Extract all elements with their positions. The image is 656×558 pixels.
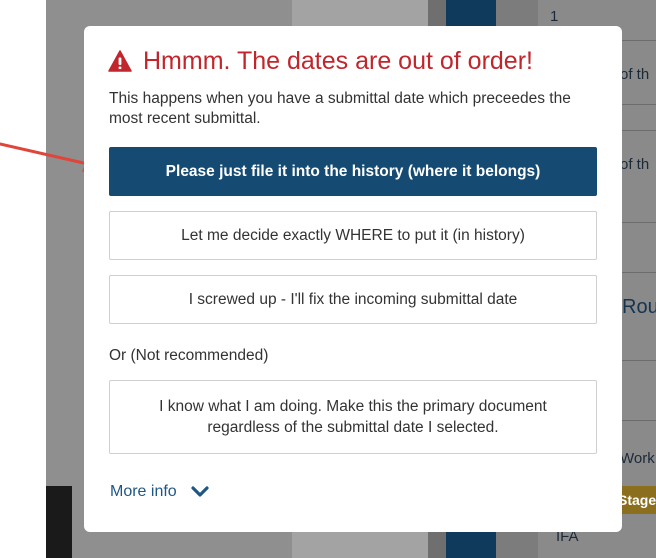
dates-out-of-order-dialog: Hmmm. The dates are out of order! This h…: [84, 26, 622, 532]
warning-triangle-icon: [108, 50, 132, 72]
background-margin: [0, 0, 46, 558]
fix-submittal-date-button[interactable]: I screwed up - I'll fix the incoming sub…: [109, 275, 597, 324]
background-heading-fragment: Rou: [622, 296, 656, 318]
dialog-title: Hmmm. The dates are out of order!: [143, 47, 533, 75]
background-dark-block: [46, 486, 72, 558]
background-text-fragment: of th: [620, 66, 650, 83]
background-text-fragment: Work: [620, 450, 655, 467]
not-recommended-label: Or (Not recommended): [109, 347, 269, 364]
background-row-number: 1: [550, 8, 559, 25]
dialog-header: Hmmm. The dates are out of order!: [108, 46, 533, 76]
choose-history-location-button[interactable]: Let me decide exactly WHERE to put it (i…: [109, 211, 597, 260]
chevron-down-icon: [191, 486, 209, 497]
dialog-description: This happens when you have a submittal d…: [109, 90, 571, 127]
more-info-label: More info: [110, 483, 177, 500]
make-primary-document-button[interactable]: I know what I am doing. Make this the pr…: [109, 380, 597, 454]
background-text-fragment: of th: [620, 156, 650, 173]
file-into-history-button[interactable]: Please just file it into the history (wh…: [109, 147, 597, 196]
more-info-toggle[interactable]: More info: [110, 483, 209, 501]
